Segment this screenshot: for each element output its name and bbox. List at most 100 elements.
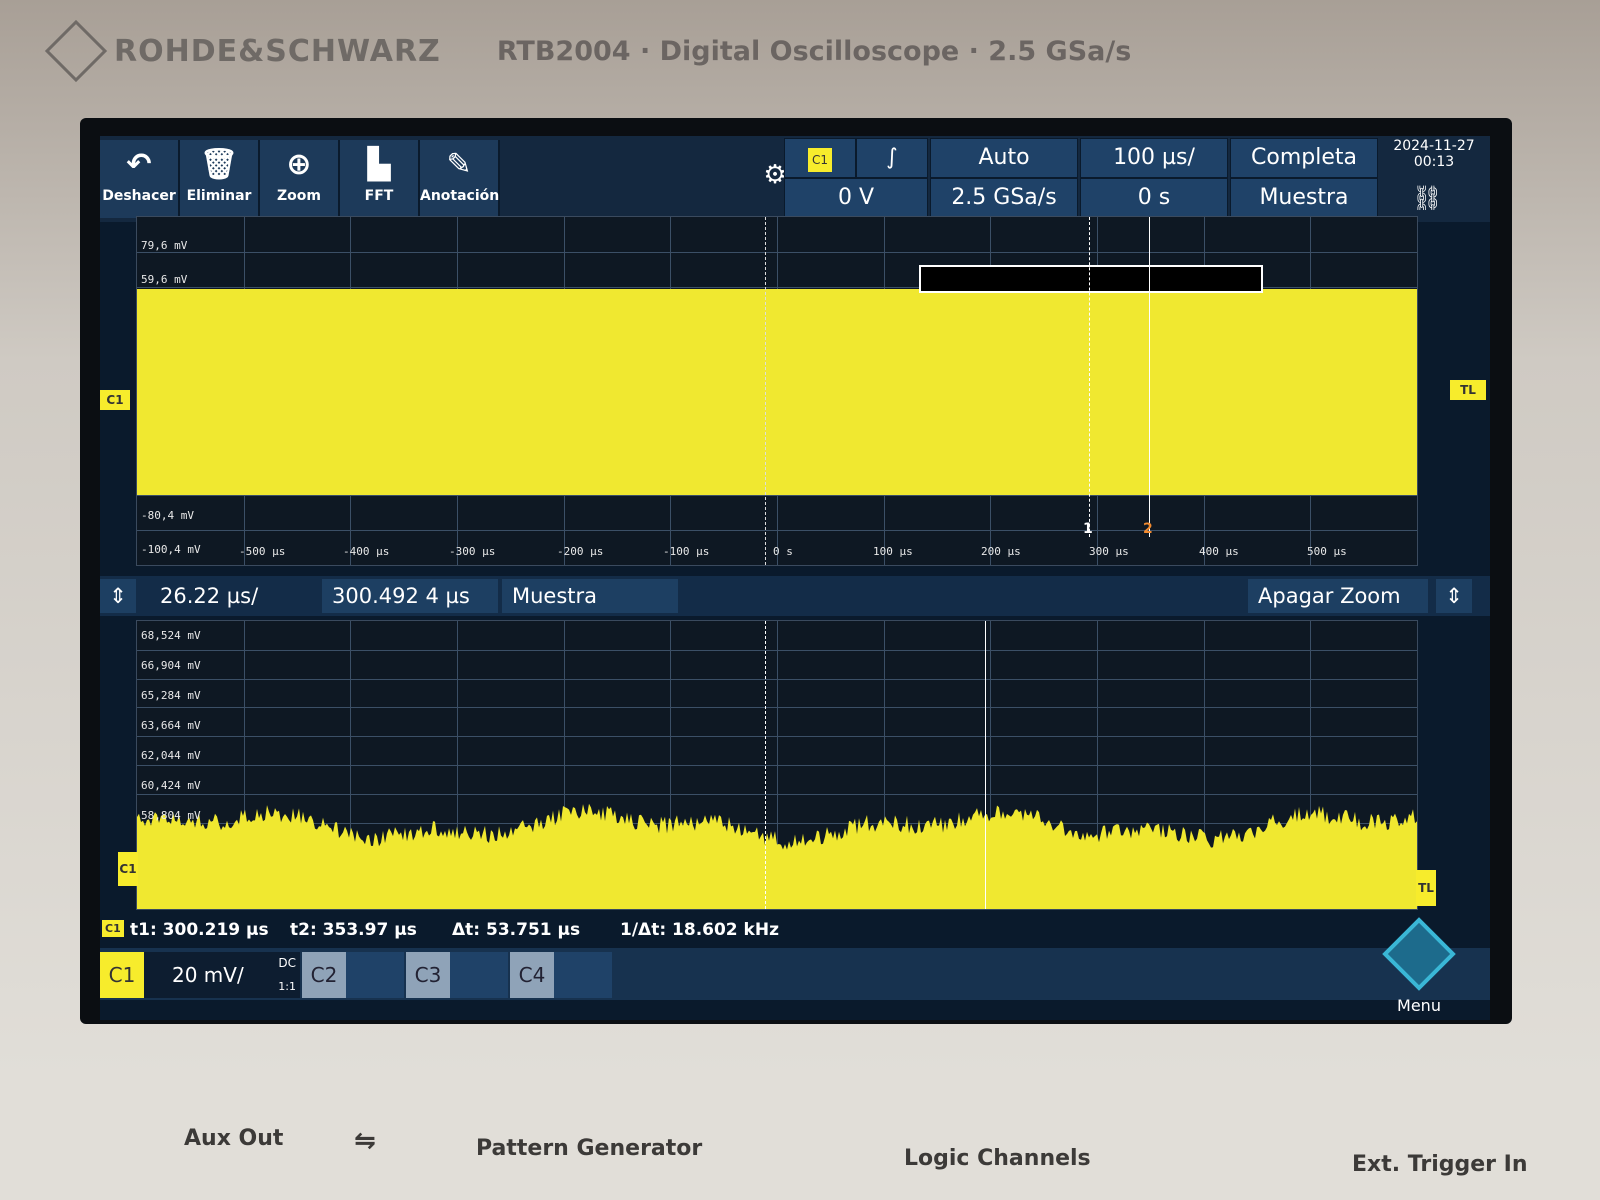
date: 2024-11-27 xyxy=(1384,138,1484,154)
menu-label: Menu xyxy=(1374,996,1464,1015)
inverse-delta-t-value: 1/Δt: 18.602 kHz xyxy=(620,920,779,940)
zoom-trigger-marker[interactable]: TL xyxy=(1416,870,1436,906)
model-label: RTB2004 · Digital Oscilloscope · 2.5 GSa… xyxy=(497,36,1131,67)
cursor-2-line[interactable] xyxy=(985,621,986,909)
y-label: 62,044 mV xyxy=(141,749,201,762)
cursor-1-line[interactable] xyxy=(1089,217,1090,537)
network-icon: ⛓ xyxy=(1412,184,1442,212)
trigger-line xyxy=(765,217,766,565)
pattern-generator-label: Pattern Generator xyxy=(476,1136,702,1161)
y-label: 59,6 mV xyxy=(141,273,187,286)
x-label: 500 µs xyxy=(1307,545,1347,558)
x-label: -500 µs xyxy=(239,545,285,558)
zoom-plot[interactable]: 68,524 mV 66,904 mV 65,284 mV 63,664 mV … xyxy=(136,620,1418,910)
brand-header: ROHDE&SCHWARZ RTB2004 · Digital Oscillos… xyxy=(54,26,1131,76)
zoom-scale[interactable]: 26.22 µs/ xyxy=(150,579,320,613)
zoom-off-label: Apagar Zoom xyxy=(1258,584,1401,608)
t1-value: t1: 300.219 µs xyxy=(130,920,269,940)
channel-1-volts: 20 mV/ xyxy=(172,963,244,987)
probe-ratio: 1:1 xyxy=(278,964,296,1010)
cursor-1-marker: 1 xyxy=(1083,521,1093,537)
channel-4-button[interactable]: C4 xyxy=(510,952,554,998)
cursor-1-line[interactable] xyxy=(765,621,766,909)
trigger-level-marker[interactable]: TL xyxy=(1450,380,1486,400)
zoom-scroll-icon[interactable]: ⇕ xyxy=(100,579,136,613)
zoom-waveform-trace xyxy=(137,804,1417,909)
undo-label: Deshacer xyxy=(102,188,176,204)
trigger-source-cell[interactable]: C1 xyxy=(784,138,856,178)
brand-name: ROHDE&SCHWARZ xyxy=(114,34,441,69)
x-label: -300 µs xyxy=(449,545,495,558)
y-label: 79,6 mV xyxy=(141,239,187,252)
ext-trigger-label: Ext. Trigger In xyxy=(1352,1152,1528,1177)
fft-label: FFT xyxy=(365,188,394,204)
y-label: -80,4 mV xyxy=(141,509,194,522)
channel-4-slot[interactable] xyxy=(554,952,612,998)
pencil-icon: ✎ xyxy=(420,140,498,188)
toolbar: ↶ Deshacer 🗑 Eliminar ⊕ Zoom ▙ FFT ✎ Ano… xyxy=(100,136,1490,222)
measure-channel: C1 xyxy=(102,920,124,937)
zoom-button[interactable]: ⊕ Zoom xyxy=(260,140,340,218)
channel-3-button[interactable]: C3 xyxy=(406,952,450,998)
time-offset[interactable]: 0 s xyxy=(1080,178,1228,218)
channel-1-scale[interactable]: 20 mV/ DC 1:1 xyxy=(144,952,300,998)
zoom-off-button[interactable]: Apagar Zoom ✕ xyxy=(1248,579,1428,613)
acquire-mode[interactable]: Completa xyxy=(1230,138,1378,178)
x-label: 0 s xyxy=(773,545,793,558)
cursor-2-line[interactable] xyxy=(1149,217,1150,537)
sample-rate[interactable]: 2.5 GSa/s xyxy=(930,178,1078,218)
y-label: -100,4 mV xyxy=(141,543,201,556)
channel-1-button[interactable]: C1 xyxy=(100,952,144,998)
zoom-channel-marker[interactable]: C1 xyxy=(118,852,138,886)
x-label: 300 µs xyxy=(1089,545,1129,558)
overview-plot[interactable]: 79,6 mV 59,6 mV -80,4 mV -100,4 mV -500 … xyxy=(136,216,1418,566)
zoom-label: Zoom xyxy=(277,188,321,204)
undo-button[interactable]: ↶ Deshacer xyxy=(100,140,180,218)
rs-logo-icon xyxy=(45,20,107,82)
channel-offset-marker[interactable]: C1 xyxy=(100,390,130,410)
annotation-button[interactable]: ✎ Anotación xyxy=(420,140,500,218)
trigger-mode[interactable]: Auto xyxy=(930,138,1078,178)
y-label: 65,284 mV xyxy=(141,689,201,702)
fft-button[interactable]: ▙ FFT xyxy=(340,140,420,218)
trigger-slope[interactable]: ∫ xyxy=(856,138,928,178)
menu-button[interactable]: Menu xyxy=(1374,922,1464,1012)
timebase[interactable]: 100 µs/ xyxy=(1080,138,1228,178)
zoom-window[interactable] xyxy=(919,265,1263,293)
cursor-measurements: C1 t1: 300.219 µs t2: 353.97 µs Δt: 53.7… xyxy=(100,914,1490,948)
y-label: 63,664 mV xyxy=(141,719,201,732)
acquisition-type[interactable]: Muestra xyxy=(1230,178,1378,218)
channel-bar: C1 20 mV/ DC 1:1 C2 C3 C4 xyxy=(100,948,1490,1000)
zoom-mode[interactable]: Muestra xyxy=(502,579,678,613)
y-label: 68,524 mV xyxy=(141,629,201,642)
y-label: 66,904 mV xyxy=(141,659,201,672)
trigger-level[interactable]: 0 V xyxy=(784,178,928,218)
annotation-label: Anotación xyxy=(420,188,499,204)
time: 00:13 xyxy=(1384,154,1484,170)
channel-2-button[interactable]: C2 xyxy=(302,952,346,998)
trigger-source: C1 xyxy=(808,148,832,172)
channel-2-slot[interactable] xyxy=(346,952,404,998)
zoom-scroll-icon[interactable]: ⇕ xyxy=(1436,579,1472,613)
undo-icon: ↶ xyxy=(100,140,178,188)
delete-label: Eliminar xyxy=(187,188,252,204)
rs-menu-icon xyxy=(1382,917,1456,991)
channel-3-slot[interactable] xyxy=(450,952,508,998)
y-label: 60,424 mV xyxy=(141,779,201,792)
waveform-trace xyxy=(137,289,1417,495)
y-label: 58,804 mV xyxy=(141,809,201,822)
x-label: 400 µs xyxy=(1199,545,1239,558)
t2-value: t2: 353.97 µs xyxy=(290,920,417,940)
x-label: -100 µs xyxy=(663,545,709,558)
trash-icon: 🗑 xyxy=(180,140,258,188)
x-label: -200 µs xyxy=(557,545,603,558)
delta-t-value: Δt: 53.751 µs xyxy=(452,920,580,940)
oscilloscope-screen: ↶ Deshacer 🗑 Eliminar ⊕ Zoom ▙ FFT ✎ Ano… xyxy=(100,136,1490,1020)
zoom-bar: ⇕ 26.22 µs/ 300.492 4 µs Muestra Apagar … xyxy=(100,576,1490,616)
delete-button[interactable]: 🗑 Eliminar xyxy=(180,140,260,218)
cursor-2-marker: 2 xyxy=(1143,521,1153,537)
zoom-waveform-svg xyxy=(137,621,1417,909)
usb-icon: ⇋ xyxy=(354,1126,376,1156)
zoom-position[interactable]: 300.492 4 µs xyxy=(322,579,498,613)
x-label: 100 µs xyxy=(873,545,913,558)
